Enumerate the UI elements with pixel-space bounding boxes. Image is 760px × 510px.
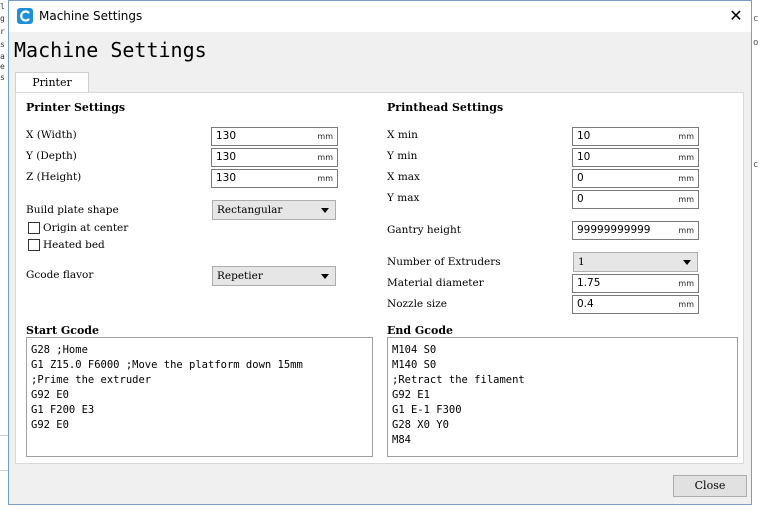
bg-text: e [0, 62, 5, 71]
machine-settings-dialog: Machine Settings ✕ Machine Settings Prin… [8, 0, 752, 505]
x-max-field[interactable]: 0 mm [572, 169, 699, 188]
printer-settings-header: Printer Settings [26, 101, 126, 114]
number-of-extruders-value: 1 [578, 256, 585, 268]
y-max-field[interactable]: 0 mm [572, 190, 699, 209]
unit-label: mm [317, 174, 333, 183]
number-of-extruders-select[interactable]: 1 [573, 252, 698, 272]
build-plate-shape-value: Rectangular [217, 204, 283, 216]
unit-label: mm [317, 132, 333, 141]
chevron-down-icon [683, 260, 691, 265]
material-diameter-value: 1.75 [577, 277, 601, 289]
x-width-value: 130 [216, 130, 237, 142]
gantry-height-value: 99999999999 [577, 224, 651, 236]
gantry-height-label: Gantry height [387, 224, 461, 236]
gcode-line: G92 E1 [392, 389, 430, 401]
close-icon[interactable]: ✕ [723, 3, 749, 29]
y-min-label: Y min [387, 150, 418, 162]
bg-divider [0, 470, 8, 471]
printhead-settings-header: Printhead Settings [387, 101, 504, 114]
bg-text: c [753, 14, 759, 24]
x-max-label: X max [387, 171, 420, 183]
y-min-field[interactable]: 10 mm [572, 148, 699, 167]
bg-text: s [0, 73, 5, 82]
x-min-value: 10 [577, 130, 591, 142]
cura-app-icon [17, 8, 33, 24]
unit-label: mm [678, 300, 694, 309]
y-depth-label: Y (Depth) [26, 150, 77, 162]
heated-bed-checkbox[interactable] [28, 239, 40, 251]
z-height-value: 130 [216, 172, 237, 184]
gcode-line: M84 [392, 434, 411, 446]
nozzle-size-field[interactable]: 0.4 mm [572, 295, 699, 314]
build-plate-shape-select[interactable]: Rectangular [212, 200, 336, 220]
gcode-line: G28 X0 Y0 [392, 419, 449, 431]
unit-label: mm [678, 226, 694, 235]
nozzle-size-value: 0.4 [577, 298, 594, 310]
gcode-flavor-value: Repetier [217, 270, 263, 282]
close-button[interactable]: Close [673, 475, 747, 497]
gcode-line: G1 F200 E3 [31, 404, 95, 416]
bg-text: s [0, 40, 5, 49]
origin-at-center-label: Origin at center [43, 222, 129, 234]
number-of-extruders-label: Number of Extruders [387, 256, 501, 268]
y-min-value: 10 [577, 151, 591, 163]
gantry-height-field[interactable]: 99999999999 mm [572, 221, 699, 240]
y-max-value: 0 [577, 193, 584, 205]
bg-text: r [0, 27, 5, 36]
gcode-flavor-select[interactable]: Repetier [212, 266, 336, 286]
material-diameter-label: Material diameter [387, 277, 484, 289]
y-depth-value: 130 [216, 151, 237, 163]
bg-text: a [0, 52, 5, 61]
printer-tab-panel: Printer Settings X (Width) 130 mm Y (Dep… [15, 92, 744, 464]
window-title: Machine Settings [39, 9, 143, 23]
gcode-line: G92 E0 [31, 419, 69, 431]
unit-label: mm [317, 153, 333, 162]
x-min-label: X min [387, 129, 418, 141]
end-gcode-header: End Gcode [387, 324, 454, 337]
x-max-value: 0 [577, 172, 584, 184]
unit-label: mm [678, 174, 694, 183]
y-max-label: Y max [387, 192, 420, 204]
page-title: Machine Settings [14, 38, 207, 62]
nozzle-size-label: Nozzle size [387, 298, 447, 310]
background-app-right: c o c [752, 0, 760, 510]
unit-label: mm [678, 195, 694, 204]
chevron-down-icon [321, 208, 329, 213]
background-app-left: l g r s a e s [0, 0, 8, 510]
x-width-label: X (Width) [26, 129, 77, 141]
bg-text: c [753, 160, 759, 170]
gcode-flavor-label: Gcode flavor [26, 269, 94, 281]
origin-at-center-checkbox[interactable] [28, 222, 40, 234]
tab-printer[interactable]: Printer [15, 72, 89, 93]
gcode-line: G1 Z15.0 F6000 ;Move the platform down 1… [31, 359, 303, 371]
start-gcode-header: Start Gcode [26, 324, 99, 337]
y-depth-field[interactable]: 130 mm [211, 148, 338, 167]
x-width-field[interactable]: 130 mm [211, 127, 338, 146]
unit-label: mm [678, 279, 694, 288]
gcode-line: G92 E0 [31, 389, 69, 401]
bg-text: o [753, 38, 759, 48]
bg-text: l [0, 2, 5, 11]
gcode-line: G28 ;Home [31, 344, 88, 356]
gcode-line: ;Retract the filament [392, 374, 525, 386]
gcode-line: G1 E-1 F300 [392, 404, 462, 416]
gcode-line: ;Prime the extruder [31, 374, 152, 386]
bg-text: g [0, 14, 5, 23]
x-min-field[interactable]: 10 mm [572, 127, 699, 146]
start-gcode-textarea[interactable]: G28 ;Home G1 Z15.0 F6000 ;Move the platf… [26, 337, 373, 457]
unit-label: mm [678, 132, 694, 141]
build-plate-shape-label: Build plate shape [26, 204, 119, 216]
material-diameter-field[interactable]: 1.75 mm [572, 274, 699, 293]
unit-label: mm [678, 153, 694, 162]
gcode-line: M140 S0 [392, 359, 437, 371]
end-gcode-textarea[interactable]: M104 S0 M140 S0 ;Retract the filament G9… [387, 337, 738, 457]
chevron-down-icon [321, 274, 329, 279]
bg-divider [0, 435, 8, 436]
gcode-line: M104 S0 [392, 344, 437, 356]
z-height-field[interactable]: 130 mm [211, 169, 338, 188]
heated-bed-label: Heated bed [43, 239, 105, 251]
z-height-label: Z (Height) [26, 171, 82, 183]
title-bar[interactable]: Machine Settings ✕ [9, 1, 751, 32]
